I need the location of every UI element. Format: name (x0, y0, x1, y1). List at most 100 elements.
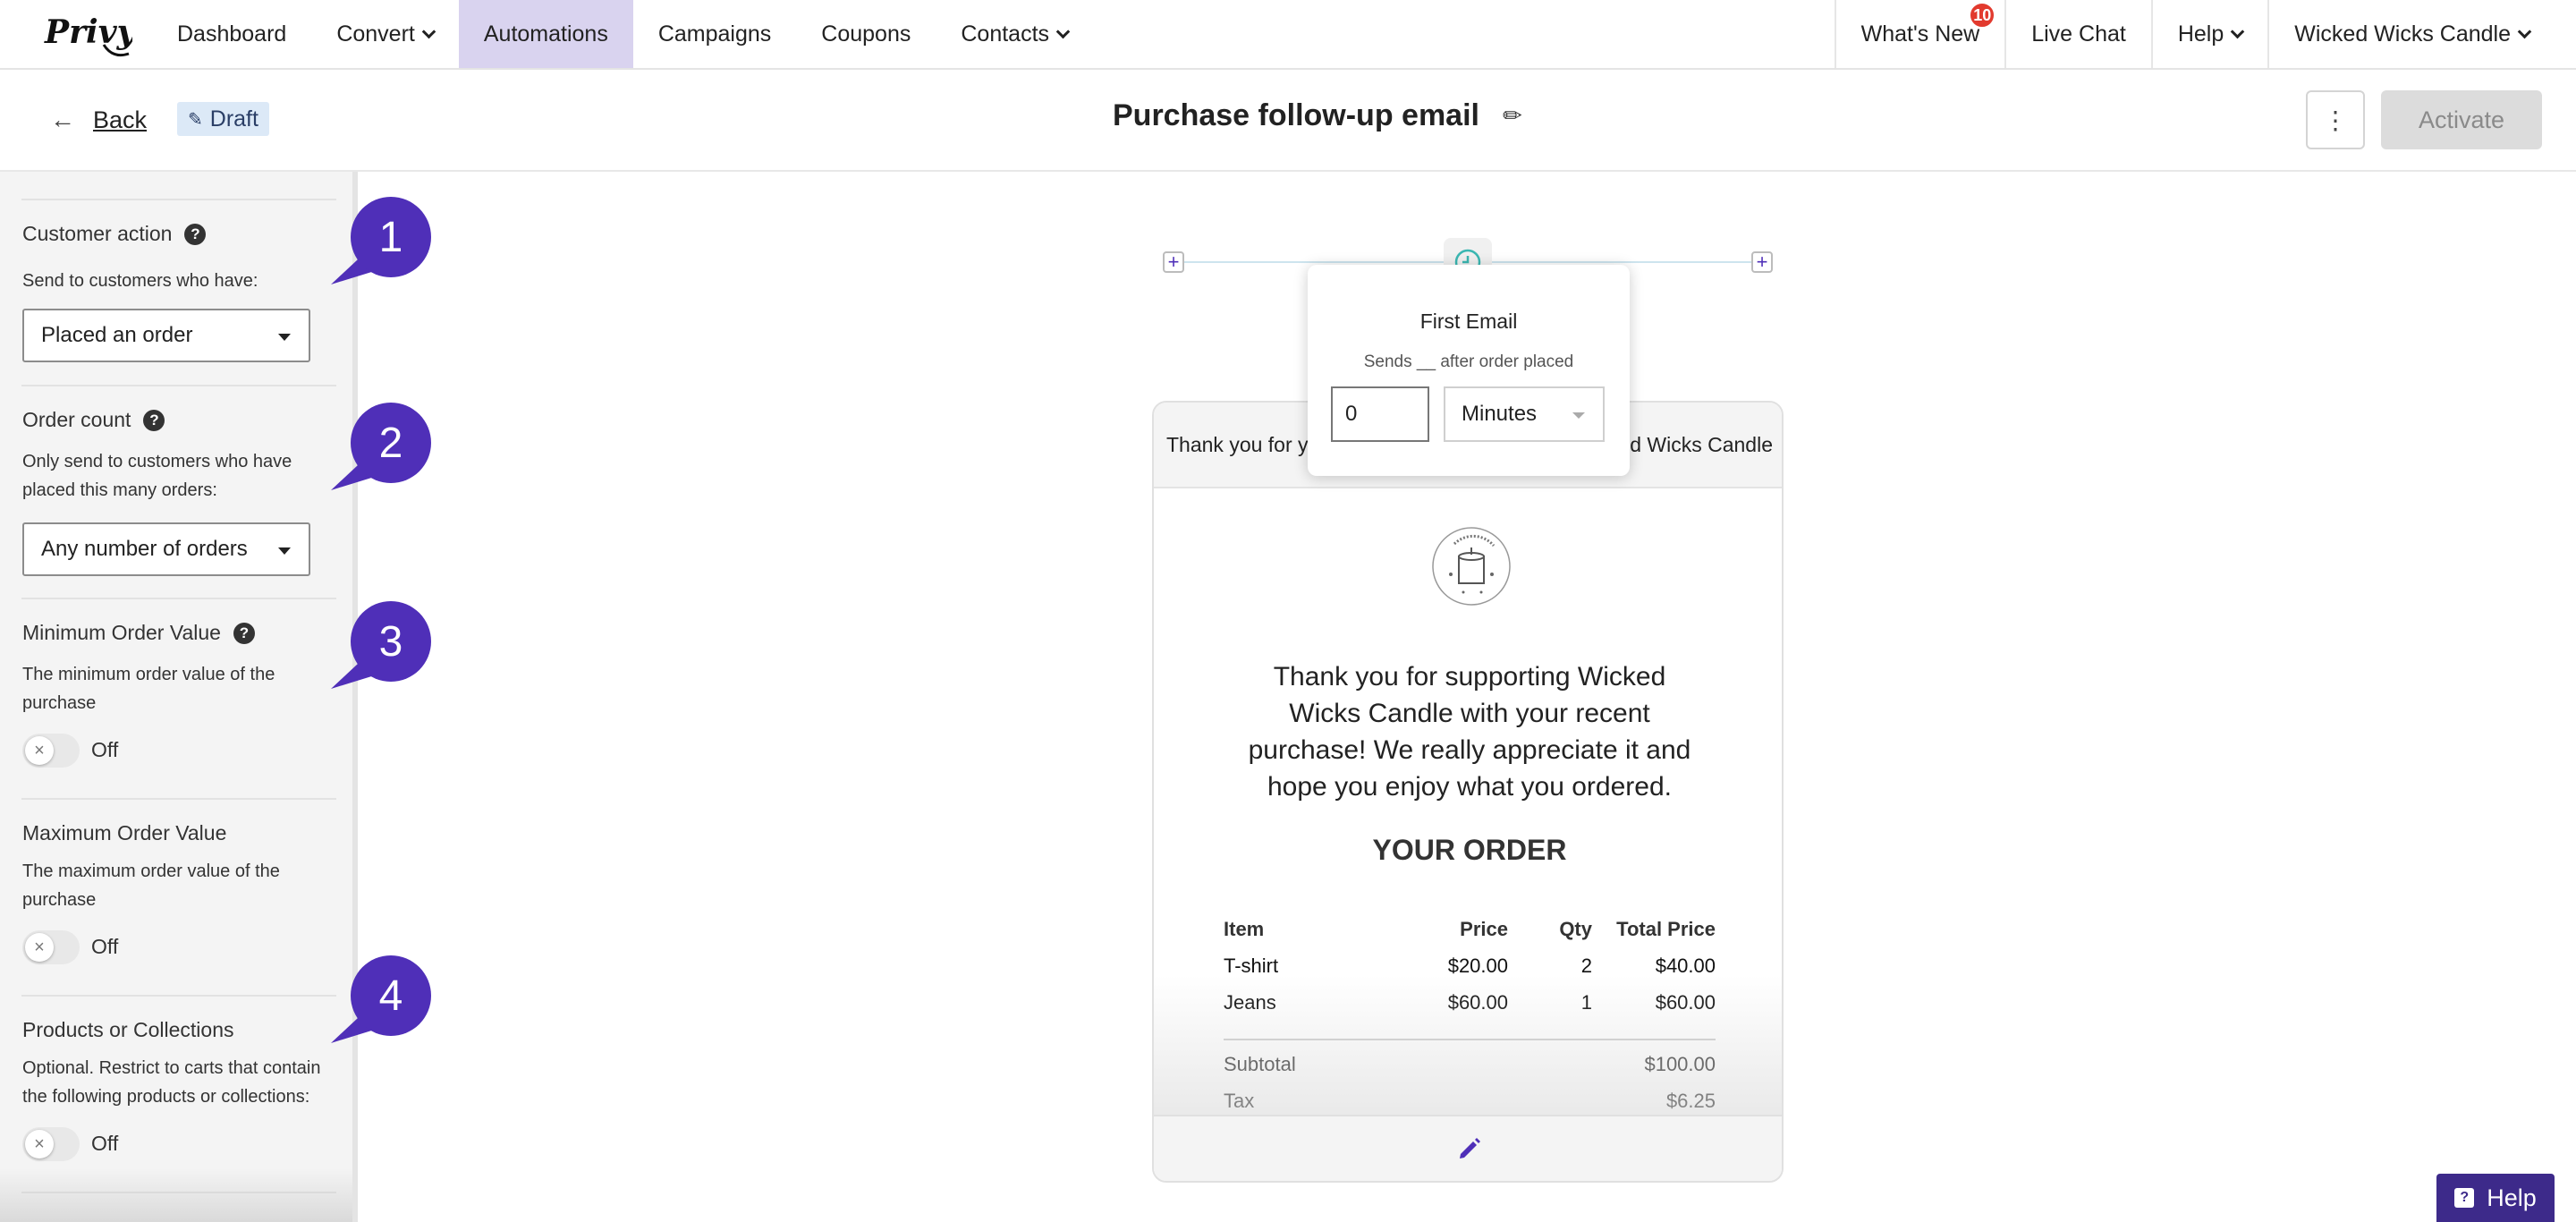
email-subject-right: d Wicks Candle (1630, 433, 1773, 456)
nav-campaigns-label: Campaigns (657, 21, 772, 47)
top-nav: Privy Dashboard Convert Automations Camp… (0, 0, 2576, 70)
email-message: Thank you for supporting Wicked Wicks Ca… (1248, 662, 1691, 802)
customer-action-select[interactable]: Placed an order (22, 309, 310, 362)
svg-text:Privy: Privy (44, 13, 132, 51)
divider (21, 995, 336, 997)
delay-unit-select[interactable]: Minutes (1444, 386, 1605, 442)
whats-new-link[interactable]: What's New 10 (1834, 0, 2005, 68)
candle-logo (1432, 527, 1511, 606)
delay-value-input[interactable]: 0 (1331, 386, 1429, 442)
subtotal-value: $100.00 (1644, 1053, 1716, 1075)
products-toggle[interactable]: × (22, 1127, 80, 1161)
nav-campaigns[interactable]: Campaigns (633, 0, 796, 68)
chevron-down-icon (2517, 24, 2532, 38)
order-count-heading: Order count ? (22, 408, 165, 432)
products-heading: Products or Collections (22, 1018, 234, 1042)
min-order-heading: Minimum Order Value ? (22, 621, 255, 645)
customer-action-desc: Send to customers who have: (22, 271, 258, 291)
max-order-title: Maximum Order Value (22, 821, 227, 844)
live-chat-label: Live Chat (2031, 21, 2126, 47)
question-icon: ? (2454, 1188, 2475, 1208)
caret-down-icon (1572, 412, 1585, 419)
edit-title-icon[interactable]: ✏ (1503, 102, 1522, 130)
col-total: Total Price (1616, 918, 1716, 940)
help-icon[interactable]: ? (184, 223, 207, 245)
order-count-select[interactable]: Any number of orders (22, 522, 310, 576)
nav-coupons-label: Coupons (821, 21, 911, 47)
products-title: Products or Collections (22, 1018, 234, 1041)
row-total: $60.00 (1655, 991, 1716, 1014)
max-order-desc: The maximum order value of the purchase (22, 861, 280, 910)
help-icon[interactable]: ? (233, 622, 255, 644)
max-order-heading: Maximum Order Value (22, 821, 226, 845)
min-order-desc: The minimum order value of the purchase (22, 665, 275, 713)
status-badge: ✎ Draft (177, 102, 269, 136)
row-total: $40.00 (1655, 955, 1716, 977)
email-subject-left: Thank you for y (1166, 433, 1309, 456)
add-step-right-button[interactable]: + (1751, 251, 1773, 273)
account-menu[interactable]: Wicked Wicks Candle (2267, 0, 2576, 68)
subtotal-row: Subtotal $100.00 (1224, 1053, 1716, 1090)
divider (21, 798, 336, 800)
nav-contacts[interactable]: Contacts (936, 0, 1093, 68)
back-link[interactable]: ← Back (50, 106, 147, 134)
nav-automations[interactable]: Automations (458, 0, 633, 68)
callout-3: 3 (351, 601, 431, 682)
divider (21, 385, 336, 386)
add-step-left-button[interactable]: + (1163, 251, 1184, 273)
tax-value: $6.25 (1665, 1090, 1716, 1112)
scroll-fade (0, 1168, 352, 1222)
min-order-toggle-label: Off (91, 738, 119, 761)
min-order-toggle[interactable]: × (22, 734, 80, 768)
editor-header: ← Back ✎ Draft Purchase follow-up email … (0, 70, 2576, 172)
page-title-wrap: Purchase follow-up email ✏ (1113, 98, 1522, 133)
customer-action-title: Customer action (22, 222, 173, 245)
row-item: T-shirt (1224, 955, 1279, 977)
chevron-down-icon (1055, 24, 1071, 38)
help-widget-button[interactable]: ? Help (2436, 1174, 2555, 1222)
min-order-title: Minimum Order Value (22, 621, 221, 644)
row-price: $20.00 (1447, 955, 1508, 977)
tax-label: Tax (1224, 1090, 1255, 1112)
help-icon[interactable]: ? (143, 409, 165, 431)
max-order-toggle-label: Off (91, 935, 119, 958)
divider (21, 199, 336, 200)
vertical-dots-icon: ⋮ (2323, 106, 2348, 134)
activate-button[interactable]: Activate (2381, 90, 2542, 149)
nav-dashboard[interactable]: Dashboard (152, 0, 311, 68)
close-icon: × (25, 1130, 54, 1158)
chevron-down-icon (2230, 24, 2245, 38)
close-icon: × (25, 933, 54, 962)
nav-right: What's New 10 Live Chat Help Wicked Wick… (1834, 0, 2576, 68)
settings-sidebar[interactable]: Customer action ? Send to customers who … (0, 172, 358, 1222)
live-chat-link[interactable]: Live Chat (2004, 0, 2151, 68)
order-count-desc: Only send to customers who have placed t… (22, 452, 292, 500)
callout-4: 4 (351, 955, 431, 1036)
customer-action-heading: Customer action ? (22, 222, 207, 246)
nav-convert[interactable]: Convert (311, 0, 459, 68)
more-options-button[interactable]: ⋮ (2306, 90, 2365, 149)
row-item: Jeans (1224, 991, 1276, 1014)
delay-unit-value: Minutes (1462, 402, 1538, 426)
customer-action-value: Placed an order (41, 323, 193, 347)
callout-2: 2 (351, 403, 431, 483)
table-row: Jeans $60.00 1 $60.00 (1224, 991, 1716, 1028)
close-icon: × (25, 736, 54, 765)
email-preview[interactable]: Thank you for y d Wicks Candle Thank you… (1152, 401, 1784, 1183)
help-menu[interactable]: Help (2150, 0, 2267, 68)
max-order-toggle[interactable]: × (22, 930, 80, 964)
back-label: Back (93, 106, 148, 133)
nav-convert-label: Convert (336, 21, 415, 47)
pencil-icon (1460, 1138, 1480, 1158)
order-count-value: Any number of orders (41, 537, 248, 561)
subtotal-label: Subtotal (1224, 1053, 1296, 1075)
table-row: T-shirt $20.00 2 $40.00 (1224, 955, 1716, 991)
arrow-left-icon: ← (50, 106, 75, 133)
chevron-down-icon (421, 24, 436, 38)
edit-email-button[interactable] (1154, 1115, 1782, 1181)
order-count-title: Order count (22, 408, 131, 431)
nav-coupons[interactable]: Coupons (796, 0, 936, 68)
divider (21, 598, 336, 599)
privy-logo[interactable]: Privy (43, 9, 132, 61)
order-table: Item Price Qty Total Price T-shirt $20.0… (1224, 918, 1716, 1126)
